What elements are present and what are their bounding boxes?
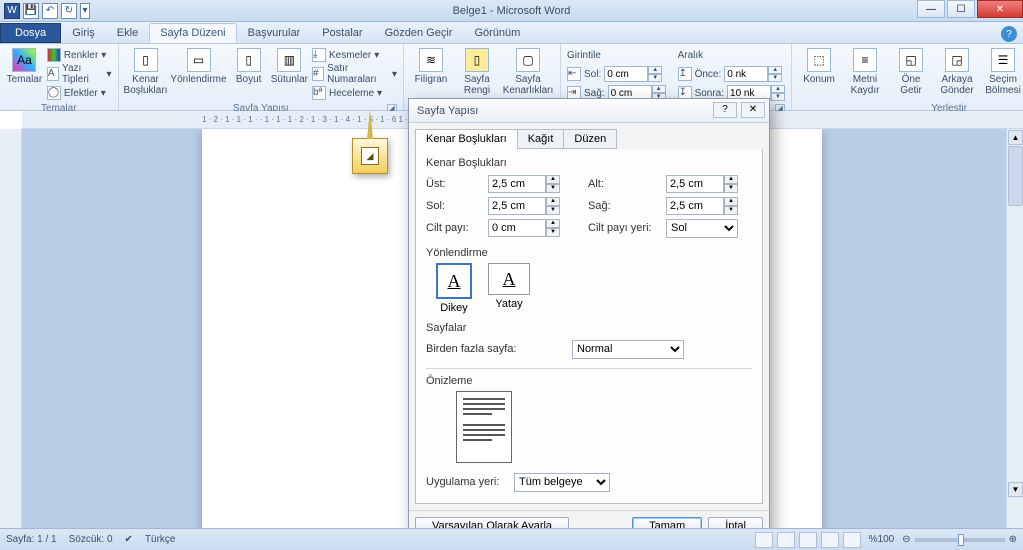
status-bar: Sayfa: 1 / 1 Sözcük: 0 ✔ Türkçe %100 ⊖ ⊕ [0,528,1023,550]
margin-left-input[interactable] [488,197,546,215]
dialog-tab-paper[interactable]: Kağıt [517,129,565,149]
minimize-button[interactable]: — [917,0,945,18]
zoom-out-button[interactable]: ⊖ [902,534,910,545]
theme-effects-button[interactable]: ◯Efektler ▾ [47,84,112,102]
spin-up[interactable]: ▲ [648,66,662,74]
line-numbers-button[interactable]: #Satır Numaraları ▾ [312,65,397,83]
save-icon[interactable]: 💾 [23,3,39,19]
titlebar: W 💾 ↶ ↻ ▾ Belge1 - Microsoft Word — ☐ ✕ [0,0,1023,22]
themes-button[interactable]: AaTemalar [6,46,43,85]
margin-bottom-input[interactable] [666,175,724,193]
tab-view[interactable]: Görünüm [463,23,531,43]
dialog-close-button[interactable]: ✕ [741,102,765,118]
zoom-slider[interactable] [915,538,1005,542]
undo-icon[interactable]: ↶ [42,3,58,19]
pages-section-label: Sayfalar [426,322,752,334]
scroll-down-icon[interactable]: ▼ [1008,482,1023,497]
indent-left-icon: ⇤ [567,67,581,81]
dialog-tab-margins[interactable]: Kenar Boşlukları [415,129,518,149]
qat-customize-icon[interactable]: ▾ [80,3,90,19]
status-words[interactable]: Sözcük: 0 [69,534,113,545]
hyphenation-button[interactable]: bªHeceleme ▾ [312,84,397,102]
tab-review[interactable]: Gözden Geçir [374,23,464,43]
multiple-pages-select[interactable]: Normal [572,340,684,359]
tab-insert[interactable]: Ekle [106,23,149,43]
spin-down[interactable]: ▼ [648,74,662,82]
wrap-text-button[interactable]: ≡Metni Kaydır [844,46,886,96]
indent-label: Girintile [567,46,666,64]
orientation-portrait[interactable]: ADikey [436,263,472,314]
margin-top-input[interactable] [488,175,546,193]
tab-file[interactable]: Dosya [0,23,61,43]
window-title: Belge1 - Microsoft Word [0,5,1023,17]
preview-section-label: Önizleme [426,375,752,387]
view-draft[interactable] [843,532,861,548]
margin-right-input[interactable] [666,197,724,215]
launcher-callout: ◢ [352,138,388,174]
margins-button[interactable]: ▯Kenar Boşlukları [125,46,167,96]
launcher-callout-icon: ◢ [361,147,379,165]
orientation-button[interactable]: ▭Yönlendirme [171,46,227,85]
send-backward-button[interactable]: ◲Arkaya Gönder [936,46,978,96]
indent-left-input[interactable] [604,66,648,82]
redo-icon[interactable]: ↻ [61,3,77,19]
status-proofing-icon[interactable]: ✔ [125,534,133,545]
preview-thumbnail [456,391,512,463]
columns-button[interactable]: ▥Sütunlar [271,46,308,85]
theme-colors-button[interactable]: Renkler ▾ [47,46,112,64]
watermark-button[interactable]: ≋Filigran [410,46,452,85]
vertical-scrollbar[interactable]: ▲ ▼ [1006,129,1023,528]
view-outline[interactable] [821,532,839,548]
bring-forward-button[interactable]: ◱Öne Getir [890,46,932,96]
zoom-level[interactable]: %100 [869,534,895,545]
view-full-screen[interactable] [777,532,795,548]
scroll-up-icon[interactable]: ▲ [1008,130,1023,145]
word-icon: W [4,3,20,19]
gutter-input[interactable] [488,219,546,237]
position-button[interactable]: ⬚Konum [798,46,840,85]
orientation-section-label: Yönlendirme [426,247,752,259]
margins-section-label: Kenar Boşlukları [426,157,752,169]
tab-home[interactable]: Giriş [61,23,106,43]
dialog-tab-layout[interactable]: Düzen [563,129,617,149]
page-setup-dialog: Sayfa Yapısı ? ✕ Kenar Boşlukları Kağıt … [408,98,770,542]
help-icon[interactable]: ? [1001,26,1017,42]
close-button[interactable]: ✕ [977,0,1023,18]
gutter-position-select[interactable]: Sol [666,219,738,238]
tab-page-layout[interactable]: Sayfa Düzeni [149,23,236,43]
dialog-title: Sayfa Yapısı [417,105,478,117]
apply-to-select[interactable]: Tüm belgeye [514,473,610,492]
space-before-input[interactable] [724,66,768,82]
vertical-ruler[interactable] [0,129,22,528]
zoom-in-button[interactable]: ⊕ [1009,534,1017,545]
scroll-thumb[interactable] [1008,146,1023,206]
orientation-landscape[interactable]: AYatay [488,263,530,314]
dialog-help-button[interactable]: ? [713,102,737,118]
page-color-button[interactable]: ▯Sayfa Rengi [456,46,498,96]
maximize-button[interactable]: ☐ [947,0,975,18]
theme-fonts-button[interactable]: AYazı Tipleri ▾ [47,65,112,83]
ribbon-tabs: Dosya Giriş Ekle Sayfa Düzeni Başvurular… [0,22,1023,44]
selection-pane-button[interactable]: ☰Seçim Bölmesi [982,46,1023,96]
page-borders-button[interactable]: ▢Sayfa Kenarlıkları [502,46,554,96]
view-web-layout[interactable] [799,532,817,548]
status-page[interactable]: Sayfa: 1 / 1 [6,534,57,545]
tab-mailings[interactable]: Postalar [311,23,373,43]
breaks-button[interactable]: ⤓Kesmeler ▾ [312,46,397,64]
space-before-icon: ↥ [678,67,692,81]
view-print-layout[interactable] [755,532,773,548]
status-language[interactable]: Türkçe [145,534,176,545]
tab-references[interactable]: Başvurular [237,23,312,43]
size-button[interactable]: ▯Boyut [231,46,267,85]
spacing-label: Aralık [678,46,785,64]
